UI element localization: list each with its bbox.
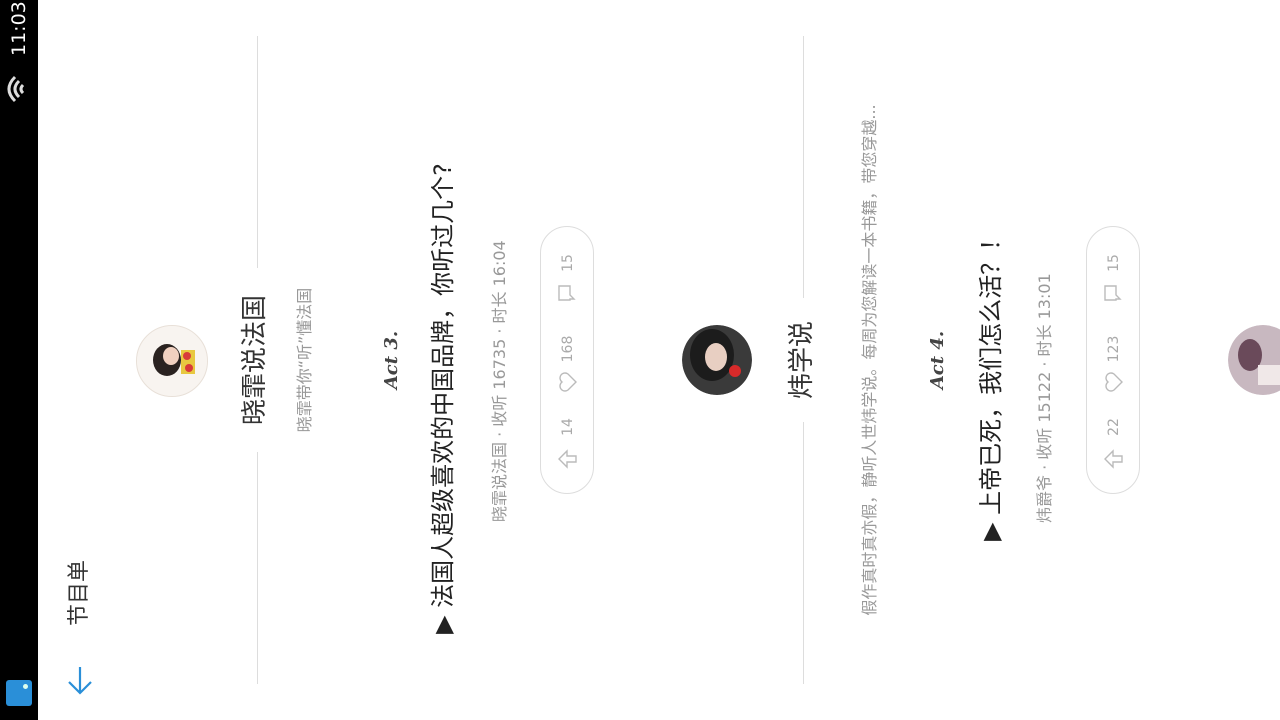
episode-title[interactable]: ▶ 法国人超级喜欢的中国品牌，你听过几个?	[427, 114, 459, 634]
like-count: 168	[560, 335, 576, 363]
avatar[interactable]	[1228, 325, 1280, 395]
section-title[interactable]: 晓霏说法国	[237, 260, 273, 460]
section-title[interactable]: 炜学说	[784, 286, 820, 434]
wifi-icon	[7, 75, 25, 103]
episode-title[interactable]: ▶ 上帝已死，我们怎么活？！	[975, 211, 1007, 541]
comment-count: 15	[560, 254, 576, 272]
avatar[interactable]	[682, 325, 752, 395]
section-subtitle: 假作真时真亦假，静听人世炜学说。每周为您解读一本书籍，带您穿越...	[860, 104, 879, 616]
comment-icon	[1104, 285, 1122, 301]
comment-count: 15	[1106, 254, 1122, 272]
page-title: 节目单	[67, 560, 92, 627]
divider	[257, 452, 258, 684]
status-bar: 11:03	[0, 0, 38, 720]
notification-icon	[6, 680, 32, 706]
status-time: 11:03	[8, 1, 30, 56]
share-button[interactable]: 22	[1087, 403, 1141, 495]
avatar-image	[1228, 325, 1280, 395]
comment-button[interactable]: 15	[1087, 227, 1141, 319]
comment-icon	[558, 285, 576, 301]
episode-meta: 炜爵爷 · 收听 15122 · 时长 13:01	[1035, 273, 1054, 523]
comment-button[interactable]: 15	[541, 227, 595, 319]
down-arrow-icon[interactable]	[64, 664, 96, 696]
share-icon	[1104, 449, 1123, 469]
share-icon	[558, 449, 577, 469]
action-pill: 15 123 22	[1086, 226, 1140, 494]
act-label: Act 4.	[927, 330, 948, 390]
heart-icon	[1105, 372, 1123, 392]
divider	[257, 36, 258, 268]
act-label: Act 3.	[381, 330, 402, 390]
section-subtitle: 晓霏带你“听”懂法国	[295, 287, 314, 433]
divider	[803, 36, 804, 298]
like-count: 123	[1106, 335, 1122, 363]
avatar-image	[682, 325, 752, 395]
avatar[interactable]	[136, 325, 208, 397]
share-count: 14	[560, 418, 576, 436]
share-count: 22	[1106, 418, 1122, 436]
heart-icon	[559, 372, 577, 392]
action-pill: 15 168 14	[540, 226, 594, 494]
divider	[803, 422, 804, 684]
episode-meta: 晓霏说法国 · 收听 16735 · 时长 16:04	[490, 240, 509, 522]
like-button[interactable]: 168	[541, 319, 595, 403]
like-button[interactable]: 123	[1087, 319, 1141, 403]
avatar-image	[137, 326, 207, 396]
share-button[interactable]: 14	[541, 403, 595, 495]
